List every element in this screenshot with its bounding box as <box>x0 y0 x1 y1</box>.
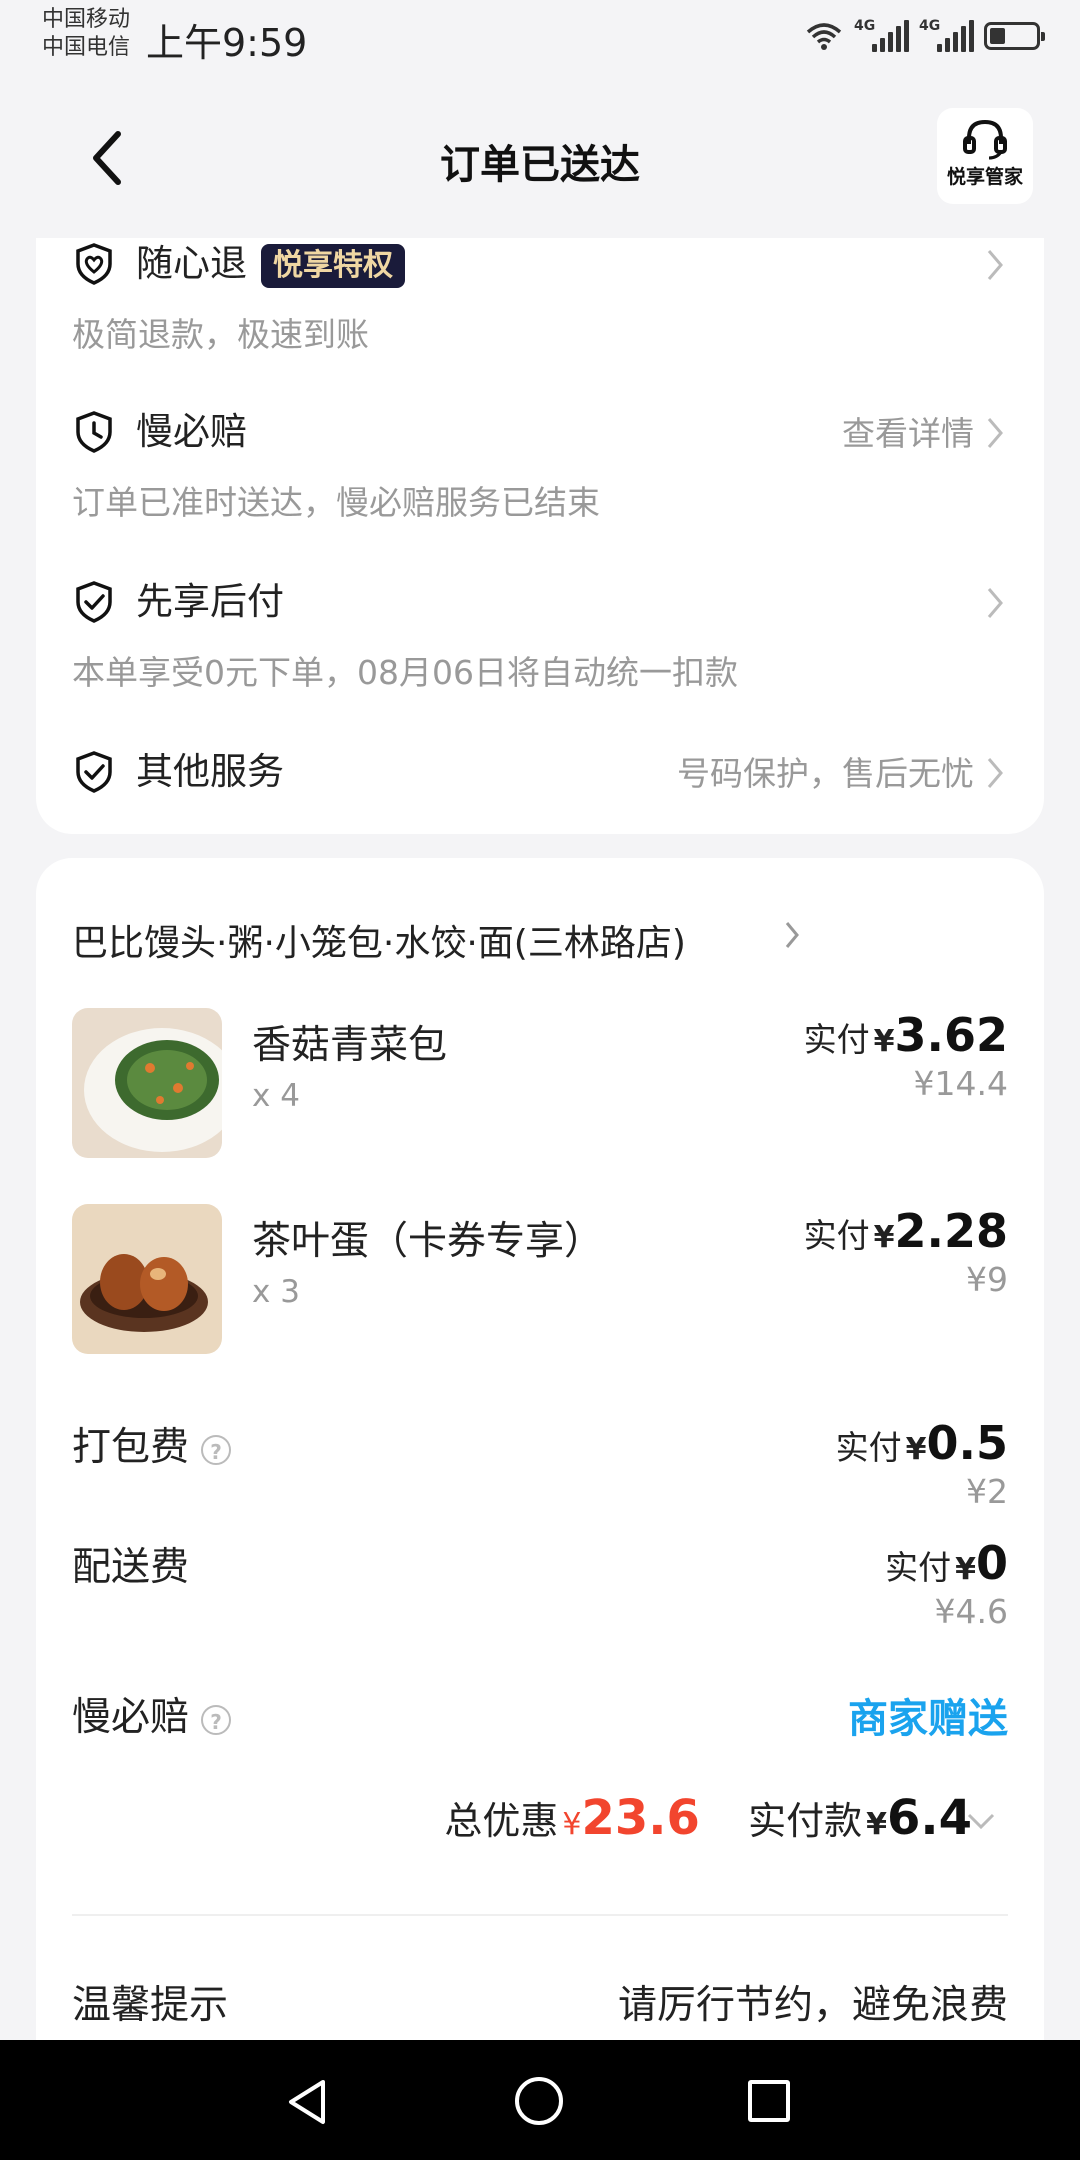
battery-icon <box>984 22 1045 50</box>
network-type-label: 4G <box>919 18 941 34</box>
paid-amount: 0 <box>975 1536 1008 1590</box>
carrier-2: 中国电信 <box>42 35 131 60</box>
tip-label: 温馨提示 <box>72 1983 229 2028</box>
fee-paid-price: 实付 ¥0.5 <box>836 1416 1008 1470</box>
item-paid-price: 实付 ¥3.62 <box>804 1008 1008 1062</box>
paid-label: 实付 <box>885 1548 952 1587</box>
tip-text: 请厉行节约，避免浪费 <box>617 1983 1008 2028</box>
paid-amount: 3.62 <box>894 1008 1009 1062</box>
carrier-info: 中国移动 中国电信 <box>42 6 130 62</box>
bun-thumbnail-icon <box>72 1008 222 1158</box>
currency-symbol: ¥ <box>905 1432 927 1467</box>
page-title: 订单已送达 <box>440 142 640 188</box>
currency-symbol: ¥ <box>955 1552 976 1587</box>
butler-button[interactable]: 悦享管家 <box>937 108 1033 204</box>
service-name: 随心退 悦享特权 <box>136 242 405 288</box>
item-name: 香菇青菜包 <box>252 1023 448 1068</box>
order-total-summary[interactable]: 总优惠 ¥23.6 实付款 ¥6.4 <box>444 1790 972 1846</box>
network-type-label: 4G <box>854 18 876 34</box>
paid-label: 实付 <box>803 1216 870 1255</box>
check-shield-icon <box>76 581 112 623</box>
divider <box>72 1914 1008 1916</box>
service-description: 极简退款，极速到账 <box>72 315 369 354</box>
fee-name: 慢必赔? <box>72 1686 232 1742</box>
nav-back-icon[interactable] <box>285 2078 329 2126</box>
order-item[interactable]: 香菇青菜包 x 4 实付 ¥3.62 ¥14.4 <box>72 1008 1008 1160</box>
chevron-right-icon <box>987 588 1003 618</box>
service-title: 慢必赔 <box>136 410 247 453</box>
order-detail-card: 巴比馒头·粥·小笼包·水饺·面(三林路店) 香菇青菜包 x 4 实付 ¥3.62 … <box>36 858 1044 2058</box>
heart-shield-icon <box>76 243 112 285</box>
shop-name-link[interactable]: 巴比馒头·粥·小笼包·水饺·面(三林路店) <box>72 914 686 966</box>
chevron-right-icon <box>987 758 1003 788</box>
butler-label: 悦享管家 <box>946 166 1023 188</box>
original-price: ¥4.6 <box>934 1592 1008 1631</box>
service-description: 订单已准时送达，慢必赔服务已结束 <box>72 483 600 522</box>
chevron-right-icon <box>987 250 1003 280</box>
system-navigation-bar <box>0 2040 1080 2160</box>
item-paid-price: 实付 ¥2.28 <box>804 1204 1008 1258</box>
cellular-signal-icon: 4G <box>854 18 909 52</box>
nav-home-icon[interactable] <box>515 2077 563 2125</box>
status-bar: 中国移动 中国电信 上午9:59 4G 4G <box>0 0 1080 72</box>
tea-egg-thumbnail-icon <box>72 1204 222 1354</box>
fee-name: 打包费? <box>72 1416 232 1472</box>
help-icon[interactable]: ? <box>201 1434 232 1465</box>
item-quantity: x 4 <box>252 1078 300 1114</box>
help-icon[interactable]: ? <box>201 1704 232 1735</box>
carrier-1: 中国移动 <box>42 7 131 32</box>
currency-symbol: ¥ <box>873 1220 895 1255</box>
item-name: 茶叶蛋（卡券专享） <box>252 1219 604 1264</box>
privilege-badge: 悦享特权 <box>261 243 405 288</box>
service-title: 其他服务 <box>136 750 284 793</box>
order-item[interactable]: 茶叶蛋（卡券专享） x 3 实付 ¥2.28 ¥9 <box>72 1204 1008 1356</box>
nav-recent-apps-icon[interactable] <box>748 2080 790 2122</box>
fee-paid-price: 实付 ¥0 <box>885 1536 1008 1590</box>
fee-label: 配送费 <box>72 1545 190 1590</box>
cellular-signal-icon: 4G <box>919 18 974 52</box>
item-quantity: x 3 <box>252 1274 300 1310</box>
currency-symbol: ¥ <box>873 1024 895 1059</box>
headset-icon <box>963 119 1007 160</box>
paid-label: 实付 <box>803 1020 870 1059</box>
paid-amount: 0.5 <box>926 1416 1009 1470</box>
currency-symbol: ¥ <box>562 1807 582 1842</box>
view-details-link[interactable]: 查看详情 <box>842 412 974 456</box>
service-title: 先享后付 <box>136 580 284 623</box>
wifi-icon <box>806 23 842 50</box>
chevron-right-icon <box>785 922 799 948</box>
page-header: 订单已送达 悦享管家 <box>0 90 1080 230</box>
discount-amount: 23.6 <box>581 1790 700 1846</box>
paid-label: 实付 <box>835 1428 902 1467</box>
clock-shield-icon <box>76 411 112 453</box>
discount-label: 总优惠 <box>444 1799 559 1843</box>
currency-symbol: ¥ <box>866 1807 887 1842</box>
service-card: 随心退 悦享特权 极简退款，极速到账 慢必赔 查看详情 订单已准时送达，慢必赔服务… <box>36 238 1044 834</box>
status-time: 上午9:59 <box>146 21 308 65</box>
chevron-down-icon[interactable] <box>966 1812 996 1830</box>
original-price: ¥2 <box>966 1472 1008 1511</box>
status-icons: 4G 4G <box>804 14 1045 58</box>
original-price: ¥14.4 <box>913 1064 1008 1103</box>
service-description: 本单享受0元下单，08月06日将自动统一扣款 <box>72 653 738 692</box>
original-price: ¥9 <box>966 1260 1008 1299</box>
paid-amount: 2.28 <box>894 1204 1009 1258</box>
fee-label: 打包费 <box>72 1425 190 1470</box>
battery-level <box>990 28 1006 44</box>
actual-paid-label: 实付款 <box>748 1799 863 1843</box>
actual-paid-amount: 6.4 <box>886 1790 972 1846</box>
service-title: 随心退 <box>136 242 247 285</box>
check-shield-icon <box>76 751 112 793</box>
service-summary: 号码保护，售后无忧 <box>677 754 974 793</box>
fee-label: 慢必赔 <box>72 1695 190 1740</box>
merchant-gift-label: 商家赠送 <box>848 1696 1008 1742</box>
chevron-right-icon <box>987 418 1003 448</box>
